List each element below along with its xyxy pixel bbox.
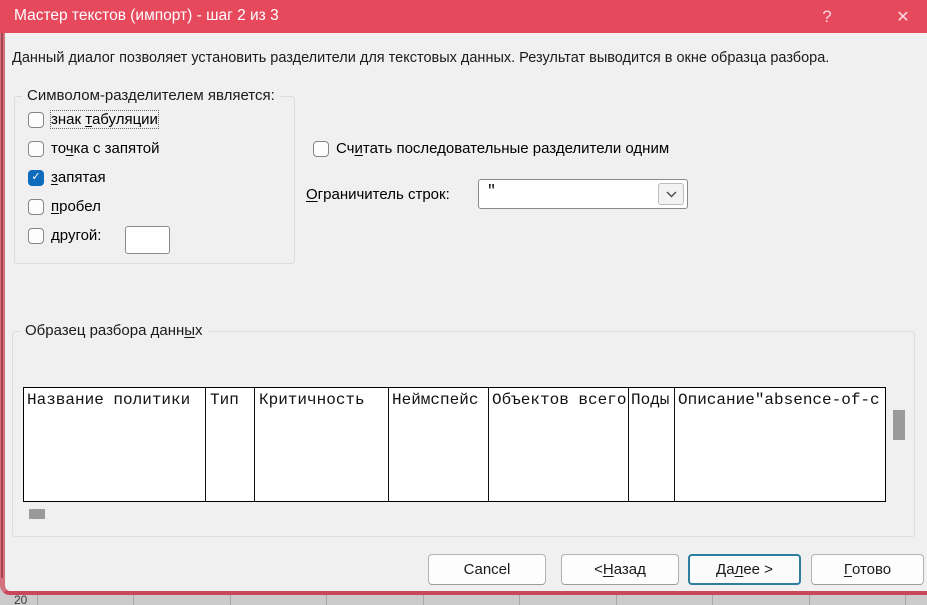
tab-delimiter-checkbox[interactable] <box>28 112 44 128</box>
semicolon-delimiter-label: точка с запятой <box>51 140 160 157</box>
close-button[interactable]: ✕ <box>881 0 925 33</box>
column-divider[interactable] <box>674 388 675 501</box>
cancel-button[interactable]: Cancel <box>428 554 546 585</box>
help-icon: ? <box>822 7 831 27</box>
comma-delimiter-label: запятая <box>51 169 106 186</box>
horizontal-scrollbar-thumb[interactable] <box>29 509 45 519</box>
other-delimiter-checkbox[interactable] <box>28 228 44 244</box>
consecutive-delimiters-checkbox[interactable] <box>313 141 329 157</box>
preview-column-header: Название политики <box>27 391 190 409</box>
finish-button[interactable]: Готово <box>811 554 924 585</box>
data-preview-table[interactable]: Название политики Тип Критичность Неймсп… <box>23 387 886 502</box>
text-qualifier-label: Ограничитель строк: <box>306 186 450 203</box>
other-delimiter-input[interactable] <box>125 226 170 254</box>
space-delimiter-label: пробел <box>51 198 101 215</box>
preview-groupbox-legend: Образец разбора данных <box>20 322 208 339</box>
next-button[interactable]: Далее > <box>688 554 801 585</box>
checkbox-row-consecutive-delimiters[interactable]: Считать последовательные разделители одн… <box>313 140 669 157</box>
preview-column-header: Критичность <box>259 391 365 409</box>
preview-column-header: Объектов всего <box>492 391 626 409</box>
chevron-down-icon <box>666 191 677 198</box>
dialog-title: Мастер текстов (импорт) - шаг 2 из 3 <box>14 7 279 25</box>
checkbox-row-comma-delimiter[interactable]: запятая <box>28 169 106 186</box>
column-divider[interactable] <box>628 388 629 501</box>
column-divider[interactable] <box>205 388 206 501</box>
semicolon-delimiter-checkbox[interactable] <box>28 141 44 157</box>
checkbox-row-space-delimiter[interactable]: пробел <box>28 198 101 215</box>
close-icon: ✕ <box>896 7 909 27</box>
other-delimiter-label: другой: <box>51 227 101 244</box>
preview-column-header: Поды <box>631 391 669 409</box>
delimiters-groupbox-legend: Символом-разделителем является: <box>22 87 280 104</box>
consecutive-delimiters-label: Считать последовательные разделители одн… <box>336 140 669 157</box>
tab-delimiter-label: знак табуляции <box>51 111 158 128</box>
back-button[interactable]: < Назад <box>561 554 679 585</box>
column-divider[interactable] <box>254 388 255 501</box>
column-divider[interactable] <box>488 388 489 501</box>
text-qualifier-combobox[interactable]: " <box>478 179 688 209</box>
checkbox-row-tab-delimiter[interactable]: знак табуляции <box>28 111 158 128</box>
comma-delimiter-checkbox[interactable] <box>28 170 44 186</box>
help-button[interactable]: ? <box>805 0 849 33</box>
text-qualifier-dropdown-button[interactable] <box>658 183 684 205</box>
preview-column-header: Описание"absence-of-c <box>678 391 880 409</box>
text-qualifier-value: " <box>487 183 496 200</box>
checkbox-row-semicolon-delimiter[interactable]: точка с запятой <box>28 140 160 157</box>
preview-column-header: Тип <box>210 391 239 409</box>
space-delimiter-checkbox[interactable] <box>28 199 44 215</box>
dialog-left-border <box>1 33 3 578</box>
column-divider[interactable] <box>388 388 389 501</box>
preview-column-header: Неймспейс <box>392 391 478 409</box>
checkbox-row-other-delimiter[interactable]: другой: <box>28 227 101 244</box>
title-bar[interactable]: Мастер текстов (импорт) - шаг 2 из 3 ? ✕ <box>0 0 927 33</box>
dialog-description: Данный диалог позволяет установить разде… <box>12 50 829 66</box>
screen: 20 Мастер текстов (импорт) - шаг 2 из 3 … <box>0 0 927 605</box>
vertical-scrollbar-thumb[interactable] <box>893 410 905 440</box>
